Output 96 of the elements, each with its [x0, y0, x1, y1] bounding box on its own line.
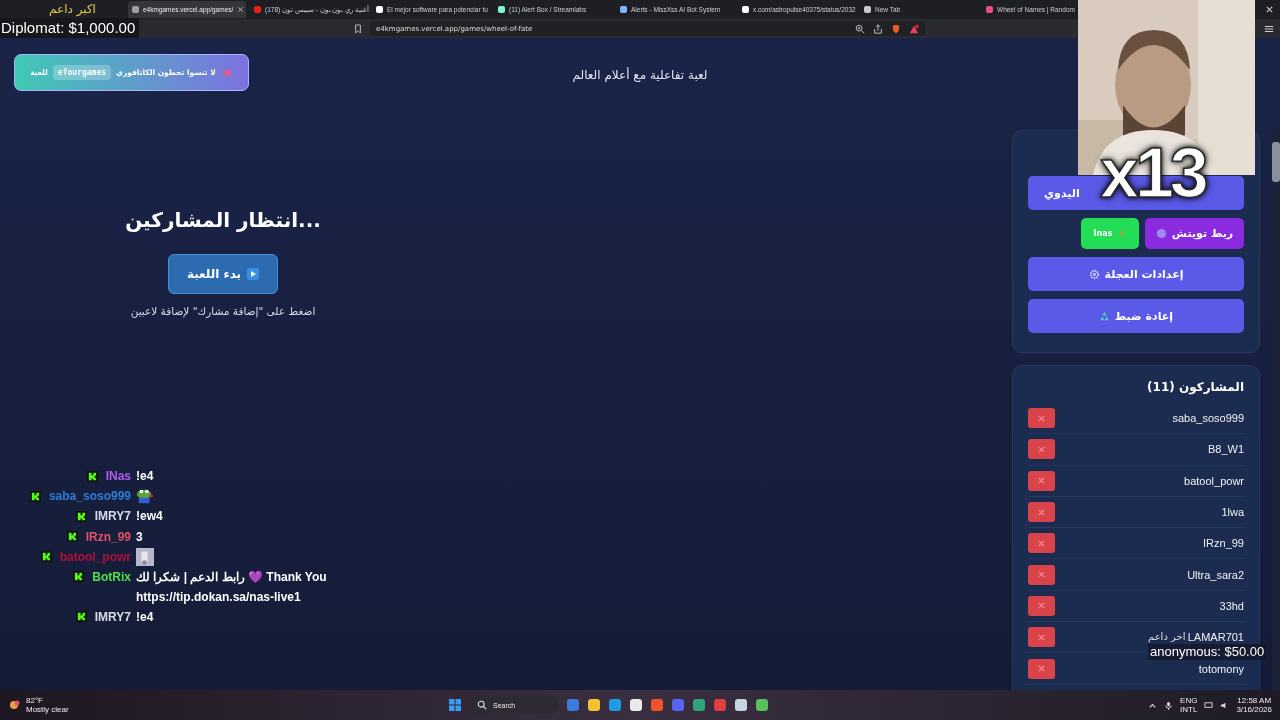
layout-text[interactable]: INTL: [1180, 705, 1198, 714]
participant-name: LAMAR701: [1187, 631, 1244, 644]
app-icon[interactable]: [629, 698, 643, 712]
zoom-icon[interactable]: [855, 23, 865, 34]
favicon-icon: [742, 6, 749, 13]
remove-button[interactable]: [1028, 533, 1055, 554]
microphone-icon[interactable]: [1164, 700, 1174, 710]
search-icon: [477, 700, 487, 710]
menu-icon[interactable]: [1264, 23, 1274, 34]
megaphone-icon: [220, 66, 233, 79]
close-icon: [1037, 632, 1046, 642]
app-icon[interactable]: [734, 698, 748, 712]
favicon-icon: [986, 6, 993, 13]
badge-icon: [66, 531, 78, 543]
scrollbar[interactable]: [1272, 130, 1280, 690]
close-icon: [1037, 664, 1046, 673]
remove-button[interactable]: [1028, 439, 1055, 460]
remove-button[interactable]: [1028, 470, 1055, 491]
chat-message: !e4: [136, 608, 155, 626]
remove-button[interactable]: [1028, 408, 1055, 429]
chat-username: IRzn_99: [85, 529, 131, 544]
code-chip: efourgames: [52, 65, 112, 80]
close-icon: [1037, 476, 1046, 486]
participant-name: saba_soso999: [1172, 412, 1244, 425]
close-icon: [1037, 570, 1046, 580]
chat-username: saba_soso999: [48, 489, 131, 504]
chat-message: 3: [136, 528, 144, 546]
participant-name: IRzn_99: [1203, 537, 1244, 550]
windows-icon[interactable]: [448, 698, 462, 712]
supporter-label: اخر داعم: [1148, 630, 1186, 644]
date-text[interactable]: 3/16/2026: [1236, 705, 1272, 714]
weather-icon[interactable]: [8, 698, 22, 712]
favicon-icon: [498, 6, 505, 13]
app-icon[interactable]: [608, 698, 622, 712]
chat-username: IMRY7: [94, 509, 131, 524]
favicon-icon: [620, 6, 627, 13]
badge-icon: [73, 571, 85, 583]
remove-button[interactable]: [1028, 658, 1055, 679]
control-button[interactable]: إعادة ضبط: [1028, 299, 1244, 333]
close-icon: [1037, 507, 1046, 517]
participants-heading: المشاركون (11): [1147, 380, 1244, 394]
connect-button[interactable]: ربط تويتش: [1145, 218, 1244, 249]
triangle-badge-icon[interactable]: [909, 23, 919, 34]
control-button[interactable]: إعدادات العجلة: [1028, 257, 1244, 291]
participant-name: totomony: [1198, 662, 1244, 675]
app-icon[interactable]: [587, 698, 601, 712]
close-icon[interactable]: [1265, 5, 1274, 14]
frog-emote-icon: [136, 487, 154, 506]
chat-message: !e4: [136, 468, 155, 485]
temperature-text: 82°F: [26, 696, 44, 705]
participant-name: Ultra_sara2: [1187, 568, 1244, 581]
last-supporter-text: anonymous: $50.00: [1148, 644, 1267, 660]
subtitle: لعبة تفاعلية مع أعلام العالم: [572, 68, 708, 82]
bookmark-icon[interactable]: [354, 23, 362, 34]
close-icon: [1037, 601, 1046, 611]
chat-username: INas: [105, 469, 131, 483]
badge-icon: [40, 551, 52, 563]
chat-username: IMRY7: [94, 609, 131, 624]
chat-message: رابط الدعم | شكرا لك 💜 Thank You https://tip.dokan.sa/nas-live1: [136, 568, 328, 606]
status-heading: انتظار المشاركين...: [125, 208, 321, 232]
badge-icon: [75, 611, 87, 623]
favicon-icon: [132, 6, 139, 13]
participant-name: 33hd: [1219, 599, 1244, 612]
favicon-icon: [254, 6, 261, 13]
time-text[interactable]: 12:58 AM: [1237, 696, 1272, 705]
badge-icon: [86, 470, 98, 482]
chat-message: !ew4: [136, 508, 164, 526]
participant-name: batool_powr: [1184, 474, 1244, 487]
play-icon: [247, 268, 260, 280]
remove-button[interactable]: [1028, 627, 1055, 648]
circle-icon: [1155, 228, 1167, 239]
badge-icon: [29, 490, 41, 502]
weather-text: Mostly clear: [26, 705, 69, 714]
participant-name: 1lwa: [1221, 506, 1244, 519]
badge-icon: [75, 510, 87, 522]
close-icon: [1037, 444, 1046, 454]
share-icon[interactable]: [873, 23, 883, 34]
app-icon[interactable]: [755, 698, 769, 712]
favicon-icon: [376, 6, 383, 13]
monitor-icon[interactable]: [1204, 700, 1214, 710]
remove-button[interactable]: [1028, 502, 1055, 523]
gear-icon: [1088, 268, 1100, 280]
remove-button[interactable]: [1028, 564, 1055, 585]
language-text[interactable]: ENG: [1180, 696, 1198, 705]
chat-username: BotRix: [92, 569, 131, 584]
chat-username: batool_powr: [59, 549, 131, 564]
close-icon: [1037, 413, 1046, 423]
top-supporter-text: Diplomat: $1,000.00: [0, 18, 140, 38]
close-icon: [1037, 538, 1046, 548]
participant-name: B8_W1: [1207, 443, 1244, 456]
start-button[interactable]: بدء اللعبة: [167, 254, 279, 294]
close-icon[interactable]: [237, 6, 245, 13]
hint-text: اضغط على "إضافة مشارك" لإضافة لاعبين: [130, 305, 316, 317]
recycle-icon: [1098, 310, 1110, 322]
favicon-icon: [864, 6, 871, 13]
remove-button[interactable]: [1028, 595, 1055, 616]
